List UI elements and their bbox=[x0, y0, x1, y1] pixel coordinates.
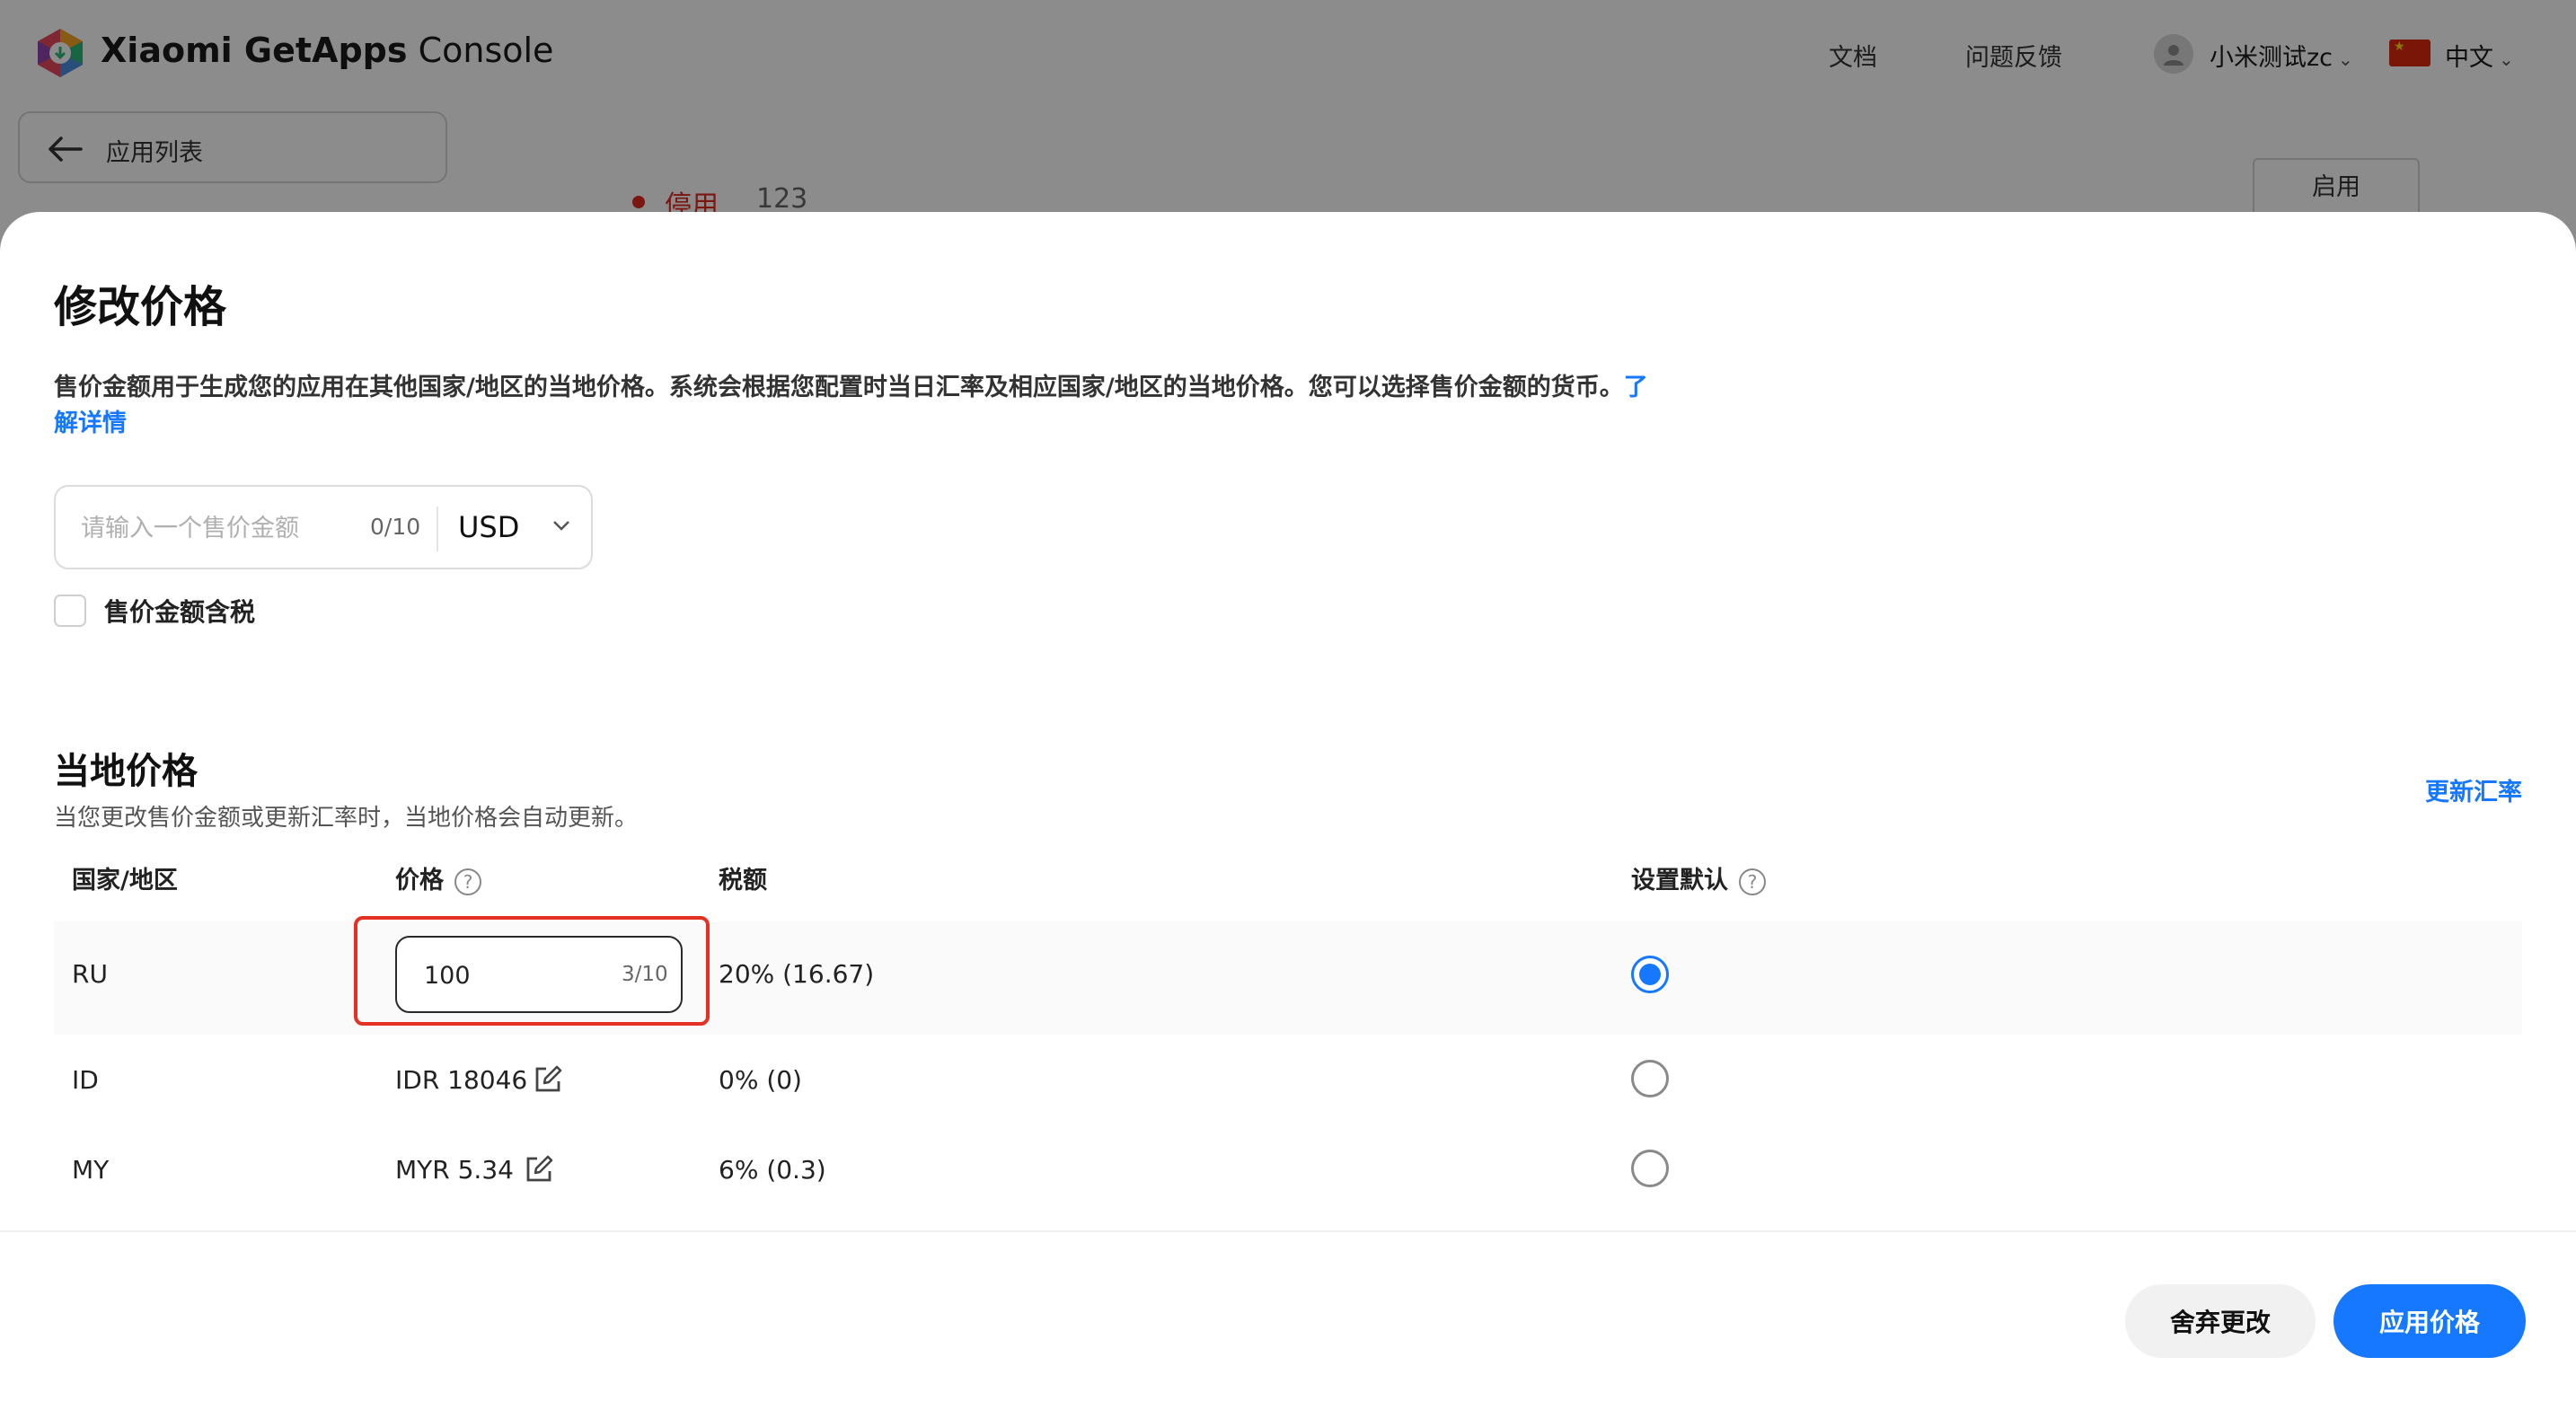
default-radio[interactable] bbox=[1631, 1150, 1669, 1187]
footer-divider bbox=[0, 1230, 2576, 1232]
base-price-field: 0/10 USD bbox=[54, 485, 593, 569]
help-icon[interactable]: ? bbox=[454, 868, 481, 895]
modal-title: 修改价格 bbox=[54, 282, 227, 332]
apply-price-button[interactable]: 应用价格 bbox=[2333, 1284, 2526, 1358]
row-country: MY bbox=[72, 1155, 110, 1185]
header-tax: 税额 bbox=[719, 867, 767, 894]
header-default: 设置默认? bbox=[1631, 860, 1766, 895]
tax-included-label: 售价金额含税 bbox=[104, 597, 256, 627]
app-root: Xiaomi GetApps Console 文档 问题反馈 小米测试zc⌄ 中… bbox=[0, 0, 2576, 1410]
default-radio[interactable] bbox=[1631, 1060, 1669, 1097]
currency-select[interactable]: USD bbox=[458, 510, 519, 544]
local-prices-subtitle: 当您更改售价金额或更新汇率时，当地价格会自动更新。 bbox=[54, 805, 639, 832]
row-country: ID bbox=[72, 1065, 99, 1095]
edit-icon[interactable] bbox=[525, 1155, 553, 1184]
modal-description: 售价金额用于生成您的应用在其他国家/地区的当地价格。系统会根据您配置时当日汇率及… bbox=[54, 374, 1648, 437]
header-price: 价格? bbox=[395, 860, 481, 895]
default-radio-selected[interactable] bbox=[1631, 956, 1669, 993]
local-prices-title: 当地价格 bbox=[54, 751, 198, 792]
row-tax: 0% (0) bbox=[719, 1065, 802, 1095]
char-counter: 0/10 bbox=[370, 514, 421, 540]
edit-price-modal: 修改价格 售价金额用于生成您的应用在其他国家/地区的当地价格。系统会根据您配置时… bbox=[0, 212, 2576, 1410]
local-price-field: 3/10 bbox=[395, 936, 683, 1013]
row-tax: 20% (16.67) bbox=[719, 959, 875, 989]
tax-included-checkbox[interactable] bbox=[54, 595, 86, 627]
edit-icon[interactable] bbox=[534, 1065, 562, 1094]
row-price: IDR 18046 bbox=[395, 1065, 528, 1095]
row-price: MYR 5.34 bbox=[395, 1155, 514, 1185]
local-price-input[interactable] bbox=[424, 956, 586, 995]
field-divider bbox=[437, 507, 438, 551]
chevron-down-icon[interactable] bbox=[551, 519, 571, 532]
help-icon[interactable]: ? bbox=[1739, 868, 1766, 895]
char-counter: 3/10 bbox=[622, 963, 668, 986]
row-tax: 6% (0.3) bbox=[719, 1155, 826, 1185]
discard-changes-button[interactable]: 舍弃更改 bbox=[2125, 1284, 2316, 1358]
base-price-input[interactable] bbox=[81, 508, 386, 548]
update-exchange-rate-link[interactable]: 更新汇率 bbox=[2425, 772, 2522, 807]
row-country: RU bbox=[72, 959, 108, 989]
header-country: 国家/地区 bbox=[72, 867, 178, 894]
